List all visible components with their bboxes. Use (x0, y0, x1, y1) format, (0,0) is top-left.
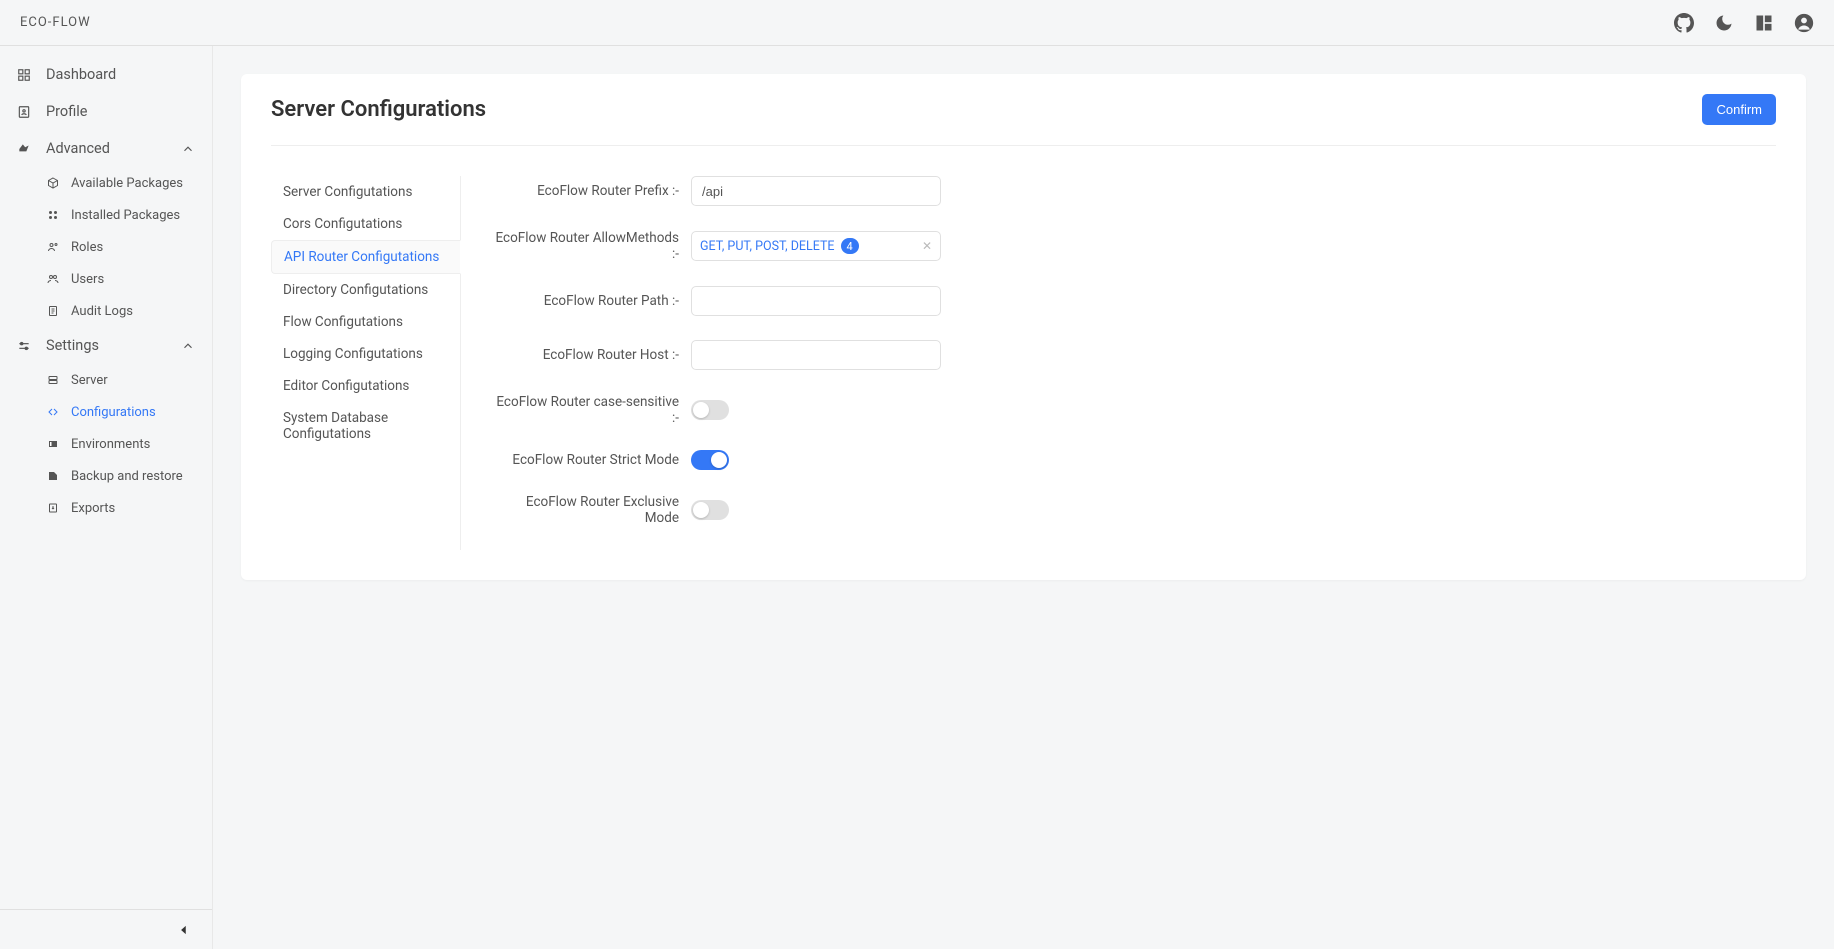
sidebar-item-exports[interactable]: Exports (45, 492, 212, 524)
allow-methods-label: EcoFlow Router AllowMethods :- (491, 230, 691, 262)
header-icon-group (1674, 13, 1814, 33)
config-icon (45, 404, 61, 420)
panel-header: Server Configurations Confirm (271, 94, 1776, 146)
allow-methods-picker[interactable]: GET, PUT, POST, DELETE 4 ✕ (691, 231, 941, 261)
exclusive-mode-label: EcoFlow Router Exclusive Mode (491, 494, 691, 526)
config-tab-logging[interactable]: Logging Configutations (271, 338, 460, 370)
sidebar-item-installed-packages[interactable]: Installed Packages (45, 199, 212, 231)
sidebar-item-configurations[interactable]: Configurations (45, 396, 212, 428)
sidebar-item-settings[interactable]: Settings (0, 327, 212, 364)
sidebar-item-label: Server (71, 373, 108, 388)
advanced-icon (16, 141, 32, 157)
sidebar-item-label: Users (71, 272, 104, 287)
logs-icon (45, 303, 61, 319)
backup-icon (45, 468, 61, 484)
sidebar: Dashboard Profile Advanced Available Pac… (0, 46, 213, 949)
sidebar-sub-advanced: Available Packages Installed Packages Ro… (0, 167, 212, 327)
chevron-up-icon (180, 338, 196, 354)
chevron-up-icon (180, 141, 196, 157)
installed-icon (45, 207, 61, 223)
sidebar-item-backup-restore[interactable]: Backup and restore (45, 460, 212, 492)
sidebar-item-roles[interactable]: Roles (45, 231, 212, 263)
strict-mode-toggle[interactable] (691, 450, 729, 470)
page-title: Server Configurations (271, 97, 486, 122)
sidebar-item-label: Settings (46, 337, 99, 354)
sidebar-item-label: Profile (46, 103, 87, 120)
grid-icon[interactable] (1754, 13, 1774, 33)
sidebar-item-server[interactable]: Server (45, 364, 212, 396)
config-tab-nav: Server Configutations Cors Configutation… (271, 176, 461, 550)
router-prefix-input[interactable] (691, 176, 941, 206)
sidebar-collapse-toggle[interactable] (0, 909, 212, 949)
exclusive-mode-toggle[interactable] (691, 500, 729, 520)
config-tab-server[interactable]: Server Configutations (271, 176, 460, 208)
config-tab-system-db[interactable]: System Database Configutations (271, 402, 460, 450)
brand-text: ECO-FLOW (20, 15, 91, 30)
sidebar-item-environments[interactable]: Environments (45, 428, 212, 460)
sidebar-item-profile[interactable]: Profile (0, 93, 212, 130)
confirm-button[interactable]: Confirm (1702, 94, 1776, 125)
router-prefix-label: EcoFlow Router Prefix :- (491, 183, 691, 199)
sidebar-item-label: Audit Logs (71, 304, 133, 319)
dashboard-icon (16, 67, 32, 83)
config-tab-cors[interactable]: Cors Configutations (271, 208, 460, 240)
config-form: EcoFlow Router Prefix :- EcoFlow Router … (461, 176, 1161, 550)
sidebar-item-dashboard[interactable]: Dashboard (0, 56, 212, 93)
router-path-input[interactable] (691, 286, 941, 316)
content-area: Server Configurations Confirm Server Con… (213, 46, 1834, 949)
github-icon[interactable] (1674, 13, 1694, 33)
clear-icon[interactable]: ✕ (922, 239, 932, 253)
sidebar-item-label: Installed Packages (71, 208, 180, 223)
users-icon (45, 271, 61, 287)
server-config-panel: Server Configurations Confirm Server Con… (241, 74, 1806, 580)
sidebar-item-label: Roles (71, 240, 103, 255)
strict-mode-label: EcoFlow Router Strict Mode (491, 452, 691, 468)
config-tab-editor[interactable]: Editor Configutations (271, 370, 460, 402)
package-icon (45, 175, 61, 191)
sidebar-item-label: Backup and restore (71, 469, 183, 484)
sidebar-item-label: Configurations (71, 405, 156, 420)
router-path-label: EcoFlow Router Path :- (491, 293, 691, 309)
sidebar-item-available-packages[interactable]: Available Packages (45, 167, 212, 199)
router-host-label: EcoFlow Router Host :- (491, 347, 691, 363)
server-icon (45, 372, 61, 388)
moon-icon[interactable] (1714, 13, 1734, 33)
profile-icon (16, 104, 32, 120)
config-tab-flow[interactable]: Flow Configutations (271, 306, 460, 338)
env-icon (45, 436, 61, 452)
user-icon[interactable] (1794, 13, 1814, 33)
sidebar-item-label: Advanced (46, 140, 110, 157)
sidebar-item-advanced[interactable]: Advanced (0, 130, 212, 167)
sidebar-item-label: Available Packages (71, 176, 183, 191)
case-sensitive-label: EcoFlow Router case-sensitive :- (491, 394, 691, 426)
sidebar-sub-settings: Server Configurations Environments Backu… (0, 364, 212, 524)
sidebar-item-users[interactable]: Users (45, 263, 212, 295)
chevron-left-icon (176, 922, 192, 938)
sidebar-item-label: Exports (71, 501, 115, 516)
sidebar-item-audit-logs[interactable]: Audit Logs (45, 295, 212, 327)
case-sensitive-toggle[interactable] (691, 400, 729, 420)
config-tab-api-router[interactable]: API Router Configutations (271, 240, 461, 274)
roles-icon (45, 239, 61, 255)
sidebar-item-label: Environments (71, 437, 150, 452)
settings-icon (16, 338, 32, 354)
config-tab-directory[interactable]: Directory Configutations (271, 274, 460, 306)
allow-methods-count: 4 (841, 238, 859, 254)
router-host-input[interactable] (691, 340, 941, 370)
app-header: ECO-FLOW (0, 0, 1834, 46)
sidebar-item-label: Dashboard (46, 66, 116, 83)
allow-methods-value: GET, PUT, POST, DELETE (700, 239, 835, 254)
export-icon (45, 500, 61, 516)
